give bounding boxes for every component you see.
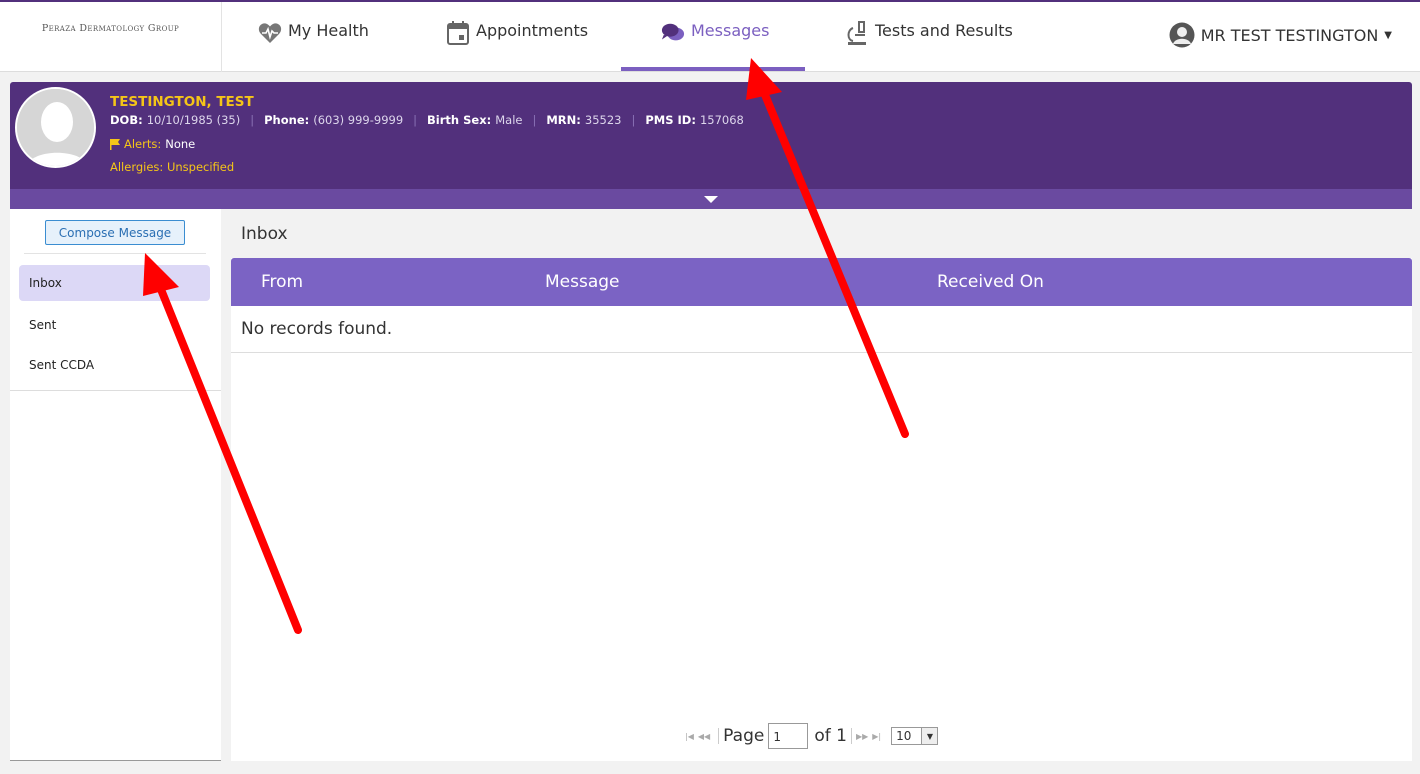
last-page-icon[interactable]: ▶| xyxy=(872,732,881,741)
folder-sent-ccda[interactable]: Sent CCDA xyxy=(19,347,210,383)
alerts-label: Alerts: xyxy=(124,137,162,151)
mrn-label: MRN: xyxy=(546,113,581,127)
calendar-icon xyxy=(446,21,470,45)
next-page-icon[interactable]: ▶▶ xyxy=(856,732,868,741)
allergies-label: Allergies: xyxy=(110,160,164,174)
page-title: Inbox xyxy=(231,209,1412,258)
heart-pulse-icon xyxy=(258,21,282,45)
nav-appointments-label: Appointments xyxy=(476,21,589,40)
phone-value: (603) 999-9999 xyxy=(313,113,404,127)
nav-messages-label: Messages xyxy=(691,21,770,40)
user-name: MR TEST TESTINGTON xyxy=(1200,25,1379,45)
compose-message-button[interactable]: Compose Message xyxy=(45,220,185,245)
brand-logo[interactable]: Peraza Dermatology Group xyxy=(0,2,222,72)
sex-value: Male xyxy=(495,113,523,127)
page-size-value: 10 xyxy=(896,729,912,743)
patient-banner: TESTINGTON, TEST DOB: 10/10/1985 (35) | P… xyxy=(10,82,1412,209)
patient-alerts: Alerts: None xyxy=(110,137,195,151)
nav-tests-results[interactable]: Tests and Results xyxy=(845,2,1013,72)
nav-messages[interactable]: Messages xyxy=(661,2,769,72)
previous-page-icon[interactable]: ◀◀ xyxy=(698,732,710,741)
column-header-received-on[interactable]: Received On xyxy=(937,272,1044,292)
page-label: Page xyxy=(723,726,765,746)
patient-avatar xyxy=(15,87,96,168)
pms-label: PMS ID: xyxy=(645,113,696,127)
divider xyxy=(10,390,221,391)
page-size-select[interactable]: 10 ▼ xyxy=(891,727,939,745)
user-avatar-icon xyxy=(1169,22,1195,48)
first-page-icon[interactable]: |◀ xyxy=(685,732,694,741)
allergies-value: Unspecified xyxy=(166,160,235,174)
nav-my-health-label: My Health xyxy=(288,21,369,40)
active-tab-indicator xyxy=(621,67,805,71)
folder-sent[interactable]: Sent xyxy=(19,307,210,343)
microscope-icon xyxy=(845,21,869,45)
divider xyxy=(24,253,206,254)
patient-name: TESTINGTON, TEST xyxy=(110,94,254,110)
pagination: |◀ ◀◀ Page 1 of 1 ▶▶ ▶| 10 ▼ xyxy=(685,723,939,749)
divider: | xyxy=(631,113,636,127)
sex-label: Birth Sex: xyxy=(427,113,492,127)
banner-expand-toggle[interactable] xyxy=(10,189,1412,209)
user-menu[interactable]: MR TEST TESTINGTON ▼ xyxy=(1169,22,1392,48)
flag-icon xyxy=(110,138,120,150)
dob-label: DOB: xyxy=(110,113,143,127)
caret-down-icon: ▼ xyxy=(1384,29,1392,41)
divider xyxy=(718,728,720,744)
column-header-message[interactable]: Message xyxy=(545,272,620,292)
divider: | xyxy=(532,113,537,127)
phone-label: Phone: xyxy=(264,113,310,127)
empty-state-message: No records found. xyxy=(231,306,1412,353)
chat-bubbles-icon xyxy=(661,21,685,45)
mrn-value: 35523 xyxy=(584,113,622,127)
patient-demographics: DOB: 10/10/1985 (35) | Phone: (603) 999-99… xyxy=(110,113,744,127)
alerts-value: None xyxy=(165,137,196,151)
nav-my-health[interactable]: My Health xyxy=(258,2,369,72)
pms-value: 157068 xyxy=(699,113,744,127)
page-number-input[interactable]: 1 xyxy=(768,723,809,749)
chevron-down-icon: ▼ xyxy=(921,728,938,744)
folder-inbox[interactable]: Inbox xyxy=(19,265,210,301)
divider xyxy=(850,728,852,744)
column-header-from[interactable]: From xyxy=(261,272,303,292)
inbox-panel: Inbox From Message Received On No record… xyxy=(231,209,1412,761)
nav-tests-results-label: Tests and Results xyxy=(875,21,1013,40)
top-nav: Peraza Dermatology Group My Health Appoi… xyxy=(0,0,1420,72)
message-folders-sidebar: Compose Message Inbox Sent Sent CCDA xyxy=(10,209,221,761)
divider: | xyxy=(250,113,255,127)
page-count: of 1 xyxy=(814,726,847,746)
divider: | xyxy=(413,113,418,127)
patient-allergies: Allergies: Unspecified xyxy=(110,160,234,174)
dob-value: 10/10/1985 (35) xyxy=(146,113,241,127)
expand-down-icon xyxy=(704,195,718,203)
nav-appointments[interactable]: Appointments xyxy=(446,2,588,72)
messages-table-header: From Message Received On xyxy=(231,258,1412,306)
